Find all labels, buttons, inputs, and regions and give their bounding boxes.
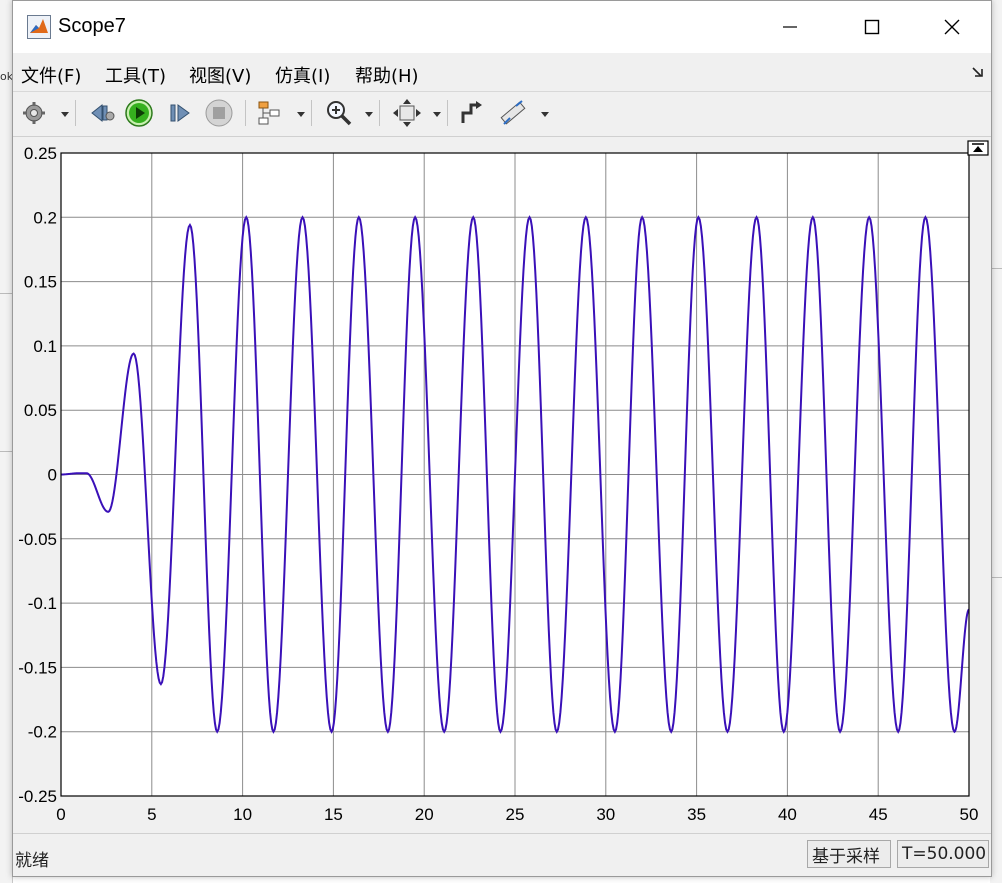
x-tick-label: 45 [869,805,888,824]
y-tick-label: 0.1 [33,337,57,356]
toolbar-separator [311,100,312,126]
undock-arrow-icon[interactable] [971,65,985,79]
simulation-time: T=50.000 [897,840,989,868]
x-tick-label: 35 [687,805,706,824]
step-back-button[interactable] [87,96,117,130]
menu-help[interactable]: 帮助(H) [355,62,419,88]
menu-view[interactable]: 视图(V) [189,62,251,88]
y-tick-label: -0.2 [28,723,57,742]
scope-window: Scope7 文件(F) 工具(T) 视图(V) 仿真(I) 帮助(H) 0 5… [12,0,992,877]
y-tick-label: 0 [48,466,57,485]
restore-layout-button[interactable] [457,96,487,130]
window-title: Scope7 [58,15,126,37]
y-tick-label: 0.15 [24,273,57,292]
sample-mode-indicator: 基于采样 [807,840,891,868]
matlab-app-icon [27,15,51,39]
settings-icon [23,102,45,124]
y-tick-label: -0.15 [18,658,57,677]
measurement-dropdown-caret[interactable] [541,112,549,117]
restore-layout-icon [461,101,482,123]
menu-bar: 文件(F) 工具(T) 视图(V) 仿真(I) 帮助(H) [13,55,991,91]
y-tick-label: 0.05 [24,401,57,420]
fit-view-dropdown-caret[interactable] [433,112,441,117]
fit-view-button[interactable] [391,96,423,130]
y-tick-label: 0.25 [24,144,57,163]
settings-button[interactable] [19,96,49,130]
maximize-icon [864,19,880,35]
status-bar: 就绪 基于采样 T=50.000 [13,833,991,874]
run-button[interactable] [123,96,155,130]
background-divider [0,451,12,452]
x-tick-label: 40 [778,805,797,824]
x-tick-label: 15 [324,805,343,824]
stop-button[interactable] [203,96,235,130]
stop-icon [205,99,233,127]
x-tick-label: 25 [506,805,525,824]
x-tick-label: 20 [415,805,434,824]
highlight-dropdown-caret[interactable] [297,112,305,117]
x-tick-label: 5 [147,805,156,824]
zoom-dropdown-caret[interactable] [365,112,373,117]
status-ready-text: 就绪 [15,851,49,871]
x-tick-label: 30 [596,805,615,824]
zoom-in-icon [327,101,352,126]
step-forward-icon [170,104,190,122]
x-tick-label: 10 [233,805,252,824]
step-forward-button[interactable] [165,96,195,130]
minimize-icon [783,26,797,28]
toolbar-separator [75,100,76,126]
y-tick-label: -0.25 [18,787,57,806]
measurement-button[interactable] [497,96,529,130]
y-tick-label: -0.1 [28,594,57,613]
menu-simulation[interactable]: 仿真(I) [275,62,330,88]
close-button[interactable] [929,9,975,45]
x-tick-label: 0 [56,805,65,824]
zoom-button[interactable] [323,96,355,130]
x-tick-label: 50 [960,805,979,824]
signal-plot[interactable]: 0 5 10 15 20 25 30 35 40 45 500.250.20.150.10.050-… [13,137,991,830]
y-tick-label: 0.2 [33,208,57,227]
measure-icon [500,100,526,125]
run-icon [125,99,153,127]
title-bar[interactable]: Scope7 [13,1,991,53]
menu-file[interactable]: 文件(F) [21,62,81,88]
step-back-icon [91,103,115,123]
close-icon [944,19,960,35]
toolbar-separator [245,100,246,126]
maximize-button[interactable] [849,9,895,45]
scope-display[interactable]: 0 5 10 15 20 25 30 35 40 45 50 0.25 0.2 0.15 0.1 0.05 0-… [13,137,991,830]
toolbar-separator [447,100,448,126]
fit-view-icon [393,99,421,127]
settings-dropdown-caret[interactable] [61,112,69,117]
toolbar [13,91,991,137]
y-tick-label: -0.05 [18,530,57,549]
toolbar-separator [379,100,380,126]
background-divider [0,293,12,294]
highlight-block-icon [258,101,280,125]
menu-tools[interactable]: 工具(T) [105,62,166,88]
minimize-button[interactable] [767,9,813,45]
highlight-block-button[interactable] [255,96,285,130]
